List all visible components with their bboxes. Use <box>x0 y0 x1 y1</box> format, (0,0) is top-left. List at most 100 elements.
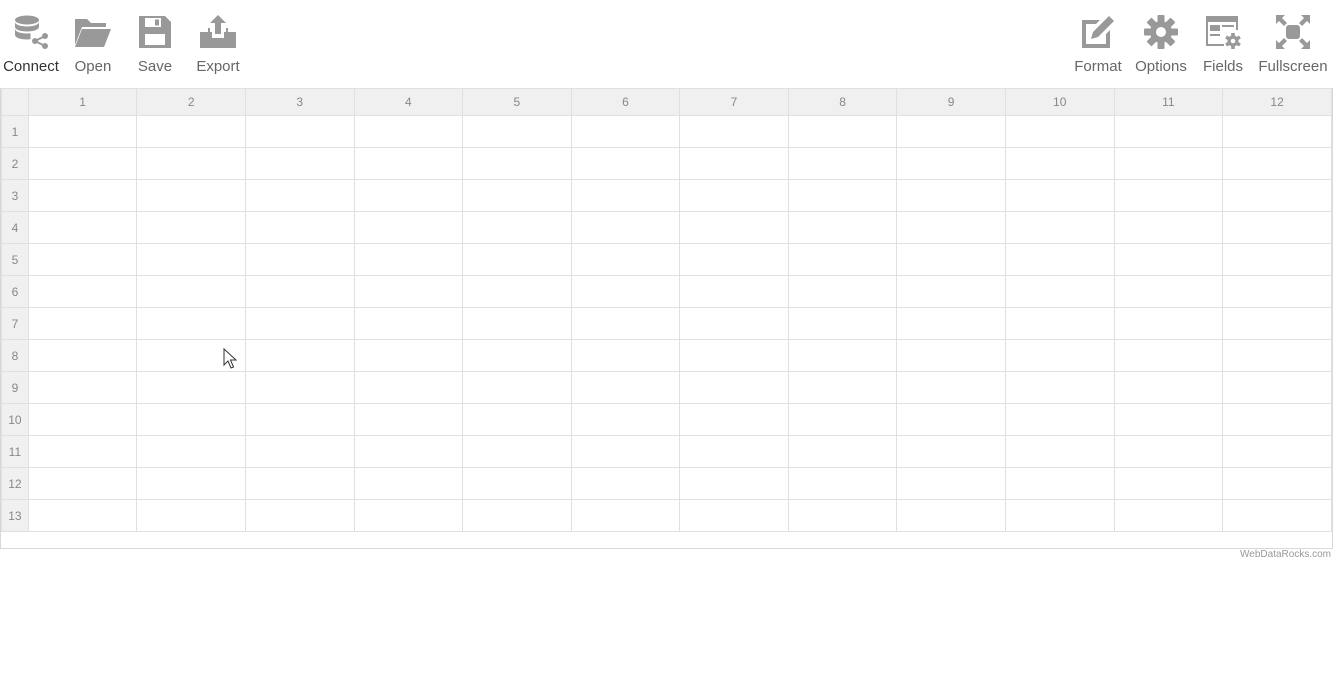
grid-cell[interactable] <box>1004 339 1115 372</box>
grid-cell[interactable] <box>27 307 138 340</box>
grid-cell[interactable] <box>1113 115 1224 148</box>
column-header[interactable]: 1 <box>27 88 138 116</box>
column-header[interactable]: 2 <box>136 88 246 116</box>
grid-cell[interactable] <box>787 115 898 148</box>
grid-cell[interactable] <box>244 147 355 180</box>
grid-cell[interactable] <box>787 435 898 468</box>
grid-cell[interactable] <box>1004 371 1115 404</box>
grid-cell[interactable] <box>787 467 898 500</box>
row-header[interactable]: 8 <box>1 339 29 372</box>
row-header[interactable]: 3 <box>1 179 29 212</box>
grid-cell[interactable] <box>462 243 572 276</box>
grid-cell[interactable] <box>570 371 681 404</box>
grid-cell[interactable] <box>896 275 1006 308</box>
grid-cell[interactable] <box>1113 371 1224 404</box>
grid-cell[interactable] <box>27 147 138 180</box>
grid-cell[interactable] <box>1222 115 1332 148</box>
grid-cell[interactable] <box>353 435 464 468</box>
grid-cell[interactable] <box>1113 307 1224 340</box>
grid-cell[interactable] <box>1222 211 1332 244</box>
fields-button[interactable]: Fields <box>1193 0 1253 75</box>
grid-cell[interactable] <box>1004 307 1115 340</box>
options-button[interactable]: Options <box>1129 0 1193 75</box>
grid-cell[interactable] <box>1113 435 1224 468</box>
grid-cell[interactable] <box>570 307 681 340</box>
grid-cell[interactable] <box>136 115 246 148</box>
grid-cell[interactable] <box>1004 499 1115 532</box>
save-button[interactable]: Save <box>124 0 186 75</box>
row-header[interactable]: 7 <box>1 307 29 340</box>
grid-cell[interactable] <box>136 211 246 244</box>
column-header[interactable]: 8 <box>787 88 898 116</box>
grid-cell[interactable] <box>679 435 789 468</box>
grid-cell[interactable] <box>787 243 898 276</box>
grid-cell[interactable] <box>570 339 681 372</box>
grid-cell[interactable] <box>570 147 681 180</box>
grid-cell[interactable] <box>570 115 681 148</box>
grid-cell[interactable] <box>1222 403 1332 436</box>
grid-cell[interactable] <box>896 403 1006 436</box>
grid-cell[interactable] <box>787 179 898 212</box>
grid-cell[interactable] <box>679 307 789 340</box>
grid-cell[interactable] <box>1222 339 1332 372</box>
export-button[interactable]: Export <box>186 0 250 75</box>
grid-cell[interactable] <box>353 115 464 148</box>
format-button[interactable]: Format <box>1067 0 1129 75</box>
row-header[interactable]: 13 <box>1 499 29 532</box>
grid-cell[interactable] <box>136 275 246 308</box>
grid-cell[interactable] <box>27 371 138 404</box>
grid-cell[interactable] <box>679 147 789 180</box>
grid-cell[interactable] <box>462 435 572 468</box>
grid-cell[interactable] <box>353 339 464 372</box>
grid-cell[interactable] <box>1113 211 1224 244</box>
grid-cell[interactable] <box>27 499 138 532</box>
grid-cell[interactable] <box>679 403 789 436</box>
grid-cell[interactable] <box>1004 179 1115 212</box>
grid-cell[interactable] <box>787 403 898 436</box>
grid-cell[interactable] <box>244 371 355 404</box>
grid-cell[interactable] <box>787 371 898 404</box>
fullscreen-button[interactable]: Fullscreen <box>1253 0 1333 75</box>
grid-cell[interactable] <box>1222 371 1332 404</box>
row-header[interactable]: 6 <box>1 275 29 308</box>
grid-cell[interactable] <box>136 147 246 180</box>
grid-cell[interactable] <box>462 307 572 340</box>
grid-cell[interactable] <box>570 243 681 276</box>
grid-cell[interactable] <box>244 275 355 308</box>
grid-cell[interactable] <box>570 499 681 532</box>
grid-cell[interactable] <box>570 179 681 212</box>
grid-cell[interactable] <box>1113 243 1224 276</box>
column-header[interactable]: 9 <box>896 88 1006 116</box>
grid-cell[interactable] <box>353 403 464 436</box>
grid-cell[interactable] <box>136 179 246 212</box>
grid-cell[interactable] <box>244 307 355 340</box>
grid-cell[interactable] <box>244 467 355 500</box>
grid-cell[interactable] <box>1222 275 1332 308</box>
column-header[interactable]: 4 <box>353 88 464 116</box>
grid-cell[interactable] <box>1222 435 1332 468</box>
grid-cell[interactable] <box>462 499 572 532</box>
grid-cell[interactable] <box>1004 115 1115 148</box>
row-header[interactable]: 5 <box>1 243 29 276</box>
grid-cell[interactable] <box>570 211 681 244</box>
row-header[interactable]: 9 <box>1 371 29 404</box>
grid-cell[interactable] <box>570 467 681 500</box>
grid-cell[interactable] <box>896 307 1006 340</box>
grid-cell[interactable] <box>896 243 1006 276</box>
grid-cell[interactable] <box>27 211 138 244</box>
grid-cell[interactable] <box>787 147 898 180</box>
grid-cell[interactable] <box>136 243 246 276</box>
row-header[interactable]: 10 <box>1 403 29 436</box>
grid-cell[interactable] <box>1004 403 1115 436</box>
grid-cell[interactable] <box>462 467 572 500</box>
row-header[interactable]: 11 <box>1 435 29 468</box>
grid-cell[interactable] <box>136 307 246 340</box>
grid-cell[interactable] <box>353 211 464 244</box>
grid-cell[interactable] <box>462 339 572 372</box>
grid-cell[interactable] <box>353 243 464 276</box>
row-header[interactable]: 12 <box>1 467 29 500</box>
grid-cell[interactable] <box>462 211 572 244</box>
grid-cell[interactable] <box>679 339 789 372</box>
grid-cell[interactable] <box>244 435 355 468</box>
column-header[interactable]: 3 <box>244 88 355 116</box>
